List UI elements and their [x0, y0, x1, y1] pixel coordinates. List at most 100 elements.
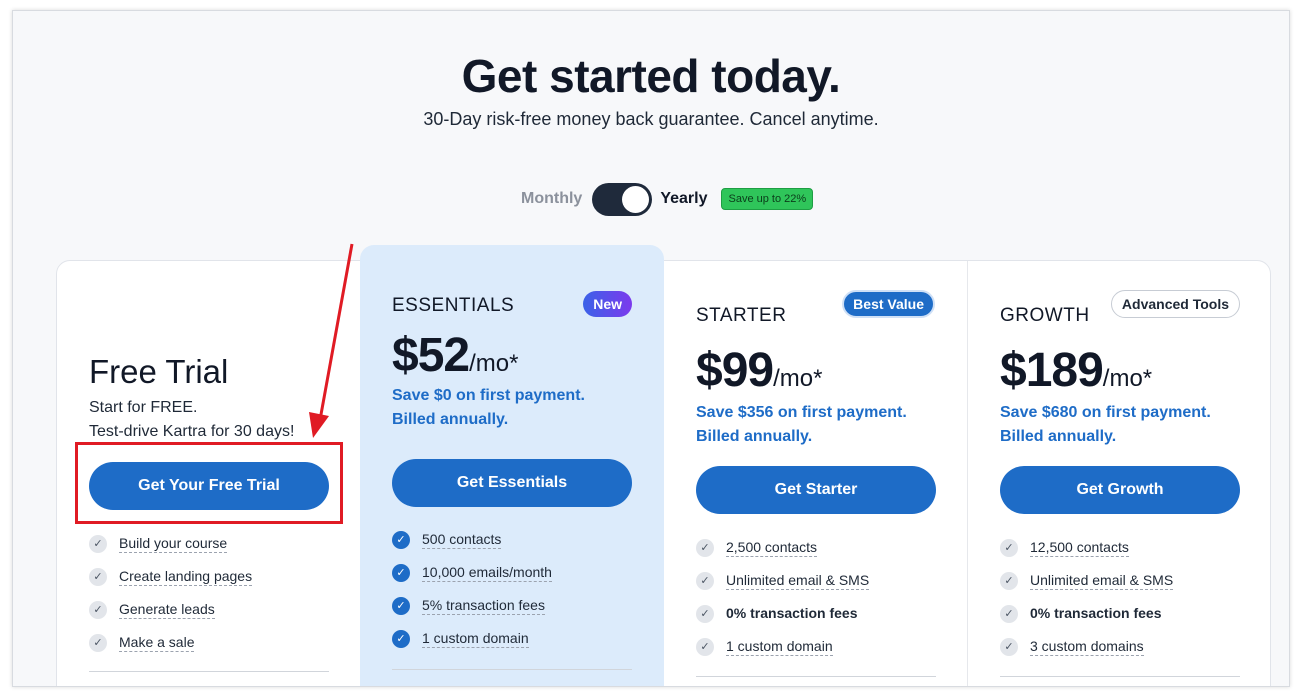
check-icon: ✓ [696, 604, 714, 623]
feature-text[interactable]: Create landing pages [119, 568, 253, 586]
feature-list: ✓ 12,500 contacts ✓ Unlimited email & SMS … [1000, 531, 1174, 663]
get-essentials-button[interactable]: Get Essentials [392, 459, 632, 507]
feature-item: ✓ 500 contacts [392, 523, 552, 556]
monthly-label[interactable]: Monthly [521, 190, 582, 208]
price-period: /mo* [773, 365, 823, 392]
divider [89, 671, 329, 672]
check-icon: ✓ [89, 633, 107, 652]
billing-toggle-row: Monthly Yearly Save up to 22% [521, 181, 814, 217]
plan-card-essentials: ESSENTIALS New $52/mo* Save $0 on first … [360, 245, 664, 686]
check-icon: ✓ [696, 538, 714, 557]
plan-title: Free Trial [89, 353, 229, 390]
feature-text[interactable]: 2,500 contacts [726, 539, 818, 557]
new-badge: New [583, 291, 632, 317]
feature-item: ✓ 3 custom domains [1000, 630, 1173, 663]
check-icon: ✓ [392, 596, 410, 615]
feature-text: 0% transaction fees [1030, 605, 1162, 621]
feature-text[interactable]: 5% transaction fees [422, 597, 545, 615]
savings-line: Save $356 on first payment. [696, 404, 907, 421]
check-icon: ✓ [696, 571, 714, 590]
price-period: /mo* [1102, 365, 1153, 392]
check-icon: ✓ [1000, 538, 1018, 557]
check-icon: ✓ [392, 530, 410, 549]
check-icon: ✓ [1000, 571, 1018, 590]
plan-name: ESSENTIALS [392, 295, 515, 316]
plan-description-line: Start for FREE. [89, 399, 198, 416]
divider [696, 676, 936, 677]
page-subtitle: 30-Day risk-free money back guarantee. C… [423, 109, 879, 129]
divider [1000, 676, 1240, 677]
plan-savings: Save $0 on first payment. Billed annuall… [392, 384, 585, 432]
feature-item: ✓ 10,000 emails/month [392, 556, 552, 589]
divider [392, 669, 632, 670]
advanced-tools-badge: Advanced Tools [1110, 290, 1240, 318]
feature-text[interactable]: 1 custom domain [726, 638, 833, 656]
feature-item: ✓ 0% transaction fees [1000, 597, 1173, 630]
annotation-highlight-box [75, 442, 343, 524]
yearly-label[interactable]: Yearly [660, 190, 707, 208]
plan-price: $189/mo* [1000, 343, 1152, 398]
feature-list: ✓ 500 contacts ✓ 10,000 emails/month ✓ 5% t… [392, 523, 552, 655]
check-icon: ✓ [89, 600, 107, 619]
feature-item: ✓ 5% transaction fees [392, 589, 552, 622]
feature-item: ✓ Unlimited email & SMS [1000, 564, 1174, 597]
feature-text: 0% transaction fees [726, 605, 858, 621]
billing-line: Billed annually. [696, 428, 813, 445]
pricing-page: Get started today. 30-Day risk-free mone… [12, 10, 1290, 687]
plan-description-line: Test-drive Kartra for 30 days! [89, 423, 295, 440]
savings-line: Save $0 on first payment. [392, 387, 585, 404]
feature-item: ✓ Make a sale [89, 626, 252, 659]
page-title: Get started today. [461, 50, 841, 102]
feature-item: ✓ 1 custom domain [392, 622, 552, 655]
feature-text[interactable]: 12,500 contacts [1030, 539, 1129, 557]
feature-text[interactable]: Generate leads [119, 601, 215, 619]
billing-line: Billed annually. [392, 411, 509, 428]
feature-item: ✓ 12,500 contacts [1000, 531, 1173, 564]
feature-item: ✓ Create landing pages [89, 560, 253, 593]
best-value-badge: Best Value [842, 290, 935, 318]
check-icon: ✓ [1000, 637, 1018, 656]
feature-item: ✓ 0% transaction fees [696, 597, 869, 630]
plan-name: STARTER [696, 305, 787, 326]
feature-item: ✓ 1 custom domain [696, 630, 869, 663]
toggle-knob [622, 185, 650, 213]
feature-text[interactable]: 3 custom domains [1030, 638, 1144, 656]
check-icon: ✓ [392, 563, 410, 582]
feature-text[interactable]: 1 custom domain [422, 630, 529, 648]
billing-toggle-switch[interactable] [592, 182, 653, 216]
plan-price: $99/mo* [696, 343, 822, 398]
plan-card-growth: GROWTH Advanced Tools $189/mo* Save $680… [968, 261, 1272, 686]
plan-card-starter: STARTER Best Value $99/mo* Save $356 on … [664, 261, 968, 686]
savings-line: Save $680 on first payment. [1000, 404, 1211, 421]
price-period: /mo* [469, 350, 519, 377]
feature-text[interactable]: 500 contacts [422, 531, 502, 549]
check-icon: ✓ [1000, 604, 1018, 623]
plan-description: Start for FREE. Test-drive Kartra for 30… [89, 396, 294, 444]
feature-item: ✓ Build your course [89, 527, 252, 560]
check-icon: ✓ [89, 567, 107, 586]
check-icon: ✓ [89, 534, 107, 553]
feature-text[interactable]: Make a sale [119, 634, 195, 652]
feature-list: ✓ Build your course ✓ Create landing pages… [89, 527, 253, 659]
feature-list: ✓ 2,500 contacts ✓ Unlimited email & SMS ✓… [696, 531, 870, 663]
feature-item: ✓ Unlimited email & SMS [696, 564, 870, 597]
price-amount: $99 [696, 344, 774, 397]
get-starter-button[interactable]: Get Starter [696, 466, 936, 514]
plan-savings: Save $680 on first payment. Billed annua… [1000, 401, 1211, 449]
get-growth-button[interactable]: Get Growth [1000, 466, 1240, 514]
check-icon: ✓ [392, 629, 410, 648]
feature-text[interactable]: Unlimited email & SMS [726, 572, 870, 590]
check-icon: ✓ [696, 637, 714, 656]
price-amount: $189 [1000, 344, 1104, 397]
billing-line: Billed annually. [1000, 428, 1117, 445]
save-badge: Save up to 22% [721, 188, 814, 210]
price-amount: $52 [392, 329, 470, 382]
feature-text[interactable]: 10,000 emails/month [422, 564, 552, 582]
plan-price: $52/mo* [392, 328, 518, 383]
plan-savings: Save $356 on first payment. Billed annua… [696, 401, 907, 449]
feature-text[interactable]: Unlimited email & SMS [1030, 572, 1174, 590]
feature-text[interactable]: Build your course [119, 535, 228, 553]
feature-item: ✓ Generate leads [89, 593, 252, 626]
feature-item: ✓ 2,500 contacts [696, 531, 869, 564]
plan-name: GROWTH [1000, 305, 1090, 326]
